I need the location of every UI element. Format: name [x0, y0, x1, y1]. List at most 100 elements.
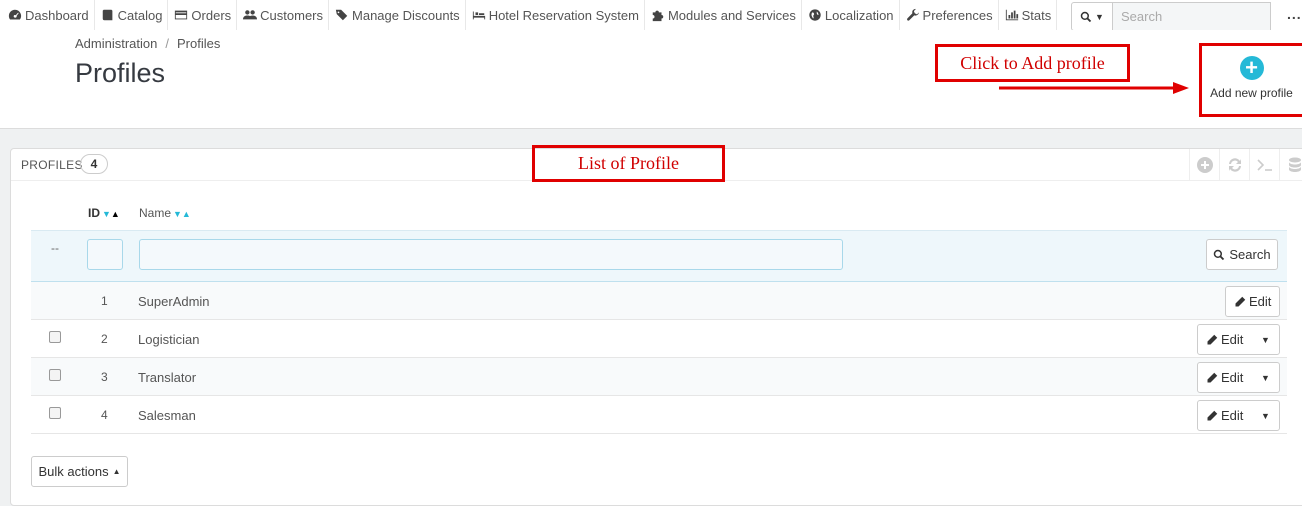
plus-circle-icon — [1196, 157, 1213, 173]
search-input[interactable] — [1113, 2, 1271, 31]
annotation-arrow-icon — [999, 82, 1189, 94]
export-tool-button[interactable] — [1279, 149, 1302, 181]
row-checkbox[interactable] — [49, 331, 61, 343]
nav-label: Preferences — [922, 7, 993, 23]
filter-row: -- Search — [31, 230, 1287, 282]
book-icon — [102, 9, 112, 21]
edit-button[interactable]: Edit — [1225, 286, 1281, 317]
edit-button[interactable]: Edit — [1198, 363, 1251, 392]
page-title: Profiles — [75, 58, 166, 88]
nav-catalog[interactable]: Catalog — [95, 0, 169, 30]
filter-placeholder: -- — [51, 241, 59, 255]
breadcrumb-separator: / — [165, 36, 169, 51]
sql-tool-button[interactable] — [1249, 149, 1279, 181]
row-name: SuperAdmin — [138, 294, 210, 309]
profiles-panel: PROFILES 4 ID ▼▲ Name ▼▲ -- Search 1 Sup… — [10, 148, 1302, 506]
edit-label: Edit — [1221, 408, 1244, 423]
table-row: 2 Logistician Edit ▼ — [31, 320, 1287, 358]
row-actions-dropdown[interactable]: ▼ — [1251, 401, 1279, 430]
breadcrumb-current: Profiles — [177, 36, 221, 51]
users-icon — [243, 10, 258, 20]
row-checkbox[interactable] — [49, 407, 61, 419]
refresh-icon — [1228, 158, 1241, 172]
row-actions-dropdown[interactable]: ▼ — [1251, 325, 1279, 354]
table-row: 4 Salesman Edit ▼ — [31, 396, 1287, 434]
pencil-icon — [1207, 334, 1218, 344]
table-row: 3 Translator Edit ▼ — [31, 358, 1287, 396]
edit-button[interactable]: Edit — [1198, 401, 1251, 430]
edit-label: Edit — [1221, 332, 1244, 347]
nav-orders[interactable]: Orders — [168, 0, 238, 30]
count-badge: 4 — [80, 154, 108, 174]
filter-search-button[interactable]: Search — [1206, 239, 1278, 270]
row-actions-dropdown[interactable]: ▼ — [1251, 363, 1279, 392]
nav-preferences[interactable]: Preferences — [900, 0, 999, 30]
panel-title: PROFILES — [21, 158, 83, 172]
filter-name-input[interactable] — [139, 239, 843, 270]
annotation-list-profile: List of Profile — [532, 145, 725, 182]
terminal-icon — [1256, 159, 1272, 171]
pencil-icon — [1207, 372, 1218, 382]
edit-label: Edit — [1249, 294, 1272, 309]
nav-label: Manage Discounts — [352, 7, 460, 23]
row-name: Logistician — [138, 332, 200, 347]
database-icon — [1288, 157, 1301, 172]
filter-id-input[interactable] — [87, 239, 123, 270]
column-header-id[interactable]: ID ▼▲ — [88, 206, 120, 220]
nav-manage-discounts[interactable]: Manage Discounts — [329, 0, 466, 30]
column-header-name[interactable]: Name ▼▲ — [139, 206, 191, 220]
table-row: 1 SuperAdmin Edit — [31, 282, 1287, 320]
row-name: Salesman — [138, 408, 196, 423]
annotation-highlight-box — [1199, 43, 1302, 117]
edit-label: Edit — [1221, 370, 1244, 385]
search-button-label: Search — [1229, 247, 1271, 262]
nav-label: Orders — [191, 7, 232, 23]
nav-customers[interactable]: Customers — [237, 0, 330, 30]
edit-button-group: Edit ▼ — [1197, 362, 1281, 393]
caret-up-icon: ▲ — [112, 467, 121, 476]
globe-icon — [809, 9, 821, 21]
tags-icon — [335, 9, 348, 21]
row-name: Translator — [138, 370, 197, 385]
sort-arrows-icon[interactable]: ▼▲ — [102, 209, 120, 219]
nav-label: Dashboard — [25, 7, 89, 23]
sort-arrows-icon[interactable]: ▼▲ — [173, 209, 191, 219]
nav-hotel-reservation[interactable]: Hotel Reservation System — [466, 0, 645, 30]
row-id: 3 — [101, 370, 108, 384]
column-label: Name — [139, 206, 172, 220]
edit-button[interactable]: Edit — [1198, 325, 1251, 354]
breadcrumb-parent[interactable]: Administration — [75, 36, 157, 51]
nav-label: Catalog — [117, 7, 163, 23]
row-checkbox[interactable] — [49, 369, 61, 381]
refresh-tool-button[interactable] — [1219, 149, 1249, 181]
annotation-add-profile: Click to Add profile — [935, 44, 1130, 82]
nav-dashboard[interactable]: Dashboard — [0, 0, 95, 30]
row-id: 1 — [101, 294, 108, 308]
bulk-actions-label: Bulk actions — [38, 464, 109, 479]
search-scope-button[interactable]: ▼ — [1071, 2, 1113, 31]
row-id: 4 — [101, 408, 108, 422]
bulk-actions-button[interactable]: Bulk actions ▲ — [31, 456, 128, 487]
pencil-icon — [1207, 410, 1218, 420]
chevron-down-icon: ▼ — [1095, 11, 1104, 22]
puzzle-icon — [652, 10, 664, 22]
more-menu-icon[interactable]: ... — [1287, 6, 1302, 22]
row-id: 2 — [101, 332, 108, 346]
pencil-icon — [1235, 296, 1246, 306]
bed-icon — [472, 11, 485, 20]
add-tool-button[interactable] — [1189, 149, 1219, 181]
nav-label: Customers — [260, 7, 324, 23]
dashboard-icon — [8, 9, 22, 20]
credit-card-icon — [175, 10, 188, 20]
edit-button-group: Edit ▼ — [1197, 400, 1281, 431]
panel-tools — [1189, 149, 1302, 181]
nav-stats[interactable]: Stats — [999, 0, 1058, 30]
nav-localization[interactable]: Localization — [802, 0, 900, 30]
nav-label: Hotel Reservation System — [488, 7, 639, 23]
edit-button-group: Edit ▼ — [1197, 324, 1281, 355]
bar-chart-icon — [1005, 9, 1018, 21]
nav-modules[interactable]: Modules and Services — [645, 0, 802, 30]
nav-label: Modules and Services — [667, 7, 796, 23]
wrench-icon — [906, 8, 919, 21]
nav-label: Localization — [824, 7, 894, 23]
